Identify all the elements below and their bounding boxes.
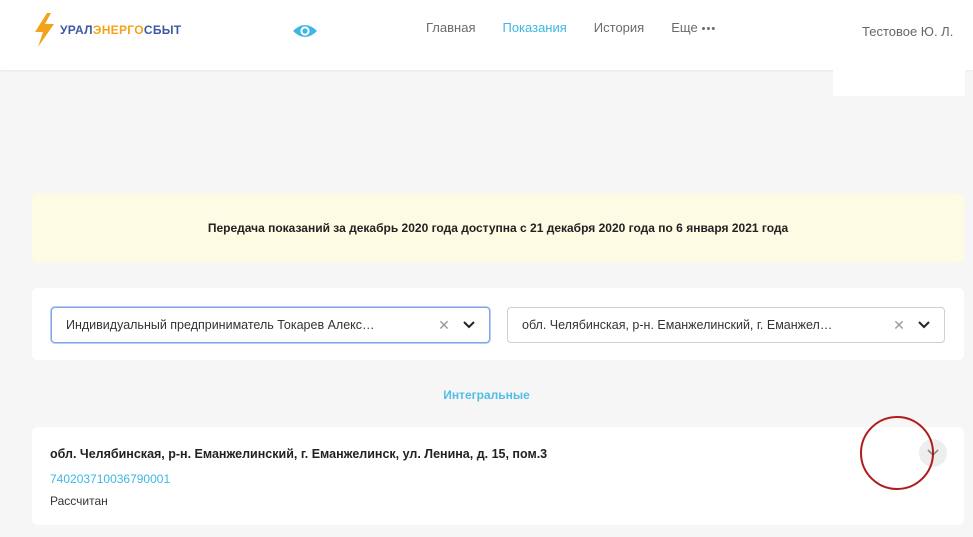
client-select[interactable]: Индивидуальный предприниматель Токарев А… [51,307,490,343]
chevron-down-icon[interactable] [459,318,479,332]
readings-period-banner: Передача показаний за декабрь 2020 года … [32,193,964,263]
more-dots-icon: ••• [701,23,717,35]
account-number-link[interactable]: 740203710036790001 [50,472,170,486]
main-nav: Главная Показания История Еще ••• [426,20,743,35]
nav-item-history[interactable]: История [594,20,644,35]
user-name[interactable]: Тестовое Ю. Л. [862,24,953,39]
logo-text-prefix: УРАЛ [60,23,93,37]
annotation-circle [860,416,934,490]
lightning-bolt-icon [35,13,54,47]
filter-card: Индивидуальный предприниматель Токарев А… [32,288,964,360]
chevron-down-icon[interactable] [914,318,934,332]
close-icon[interactable]: ✕ [890,317,908,334]
eye-icon[interactable] [292,22,318,40]
client-select-value: Индивидуальный предприниматель Токарев А… [66,318,375,332]
close-icon[interactable]: ✕ [435,317,453,334]
nav-item-more[interactable]: Еще ••• [671,20,716,35]
logo-text: УРАЛЭНЕРГОСБЫТ [60,23,181,37]
user-dropdown-panel [833,70,965,96]
logo-text-suffix: СБЫТ [143,23,182,37]
address-select-value: обл. Челябинская, р-н. Еманжелинский, г.… [522,318,833,332]
nav-item-home[interactable]: Главная [426,20,475,35]
nav-more-label: Еще [671,20,698,35]
account-card[interactable]: обл. Челябинская, р-н. Еманжелинский, г.… [32,427,964,525]
nav-item-readings[interactable]: Показания [502,20,566,35]
banner-text: Передача показаний за декабрь 2020 года … [207,221,789,235]
logo-text-mid: ЭНЕРГО [92,23,144,37]
account-status: Рассчитан [50,494,108,508]
top-header: УРАЛЭНЕРГОСБЫТ Главная Показания История… [0,0,973,70]
account-address: обл. Челябинская, р-н. Еманжелинский, г.… [50,447,548,461]
address-select[interactable]: обл. Челябинская, р-н. Еманжелинский, г.… [507,307,945,343]
section-integral-link[interactable]: Интегральные [0,388,973,402]
logo[interactable]: УРАЛЭНЕРГОСБЫТ [32,13,181,47]
